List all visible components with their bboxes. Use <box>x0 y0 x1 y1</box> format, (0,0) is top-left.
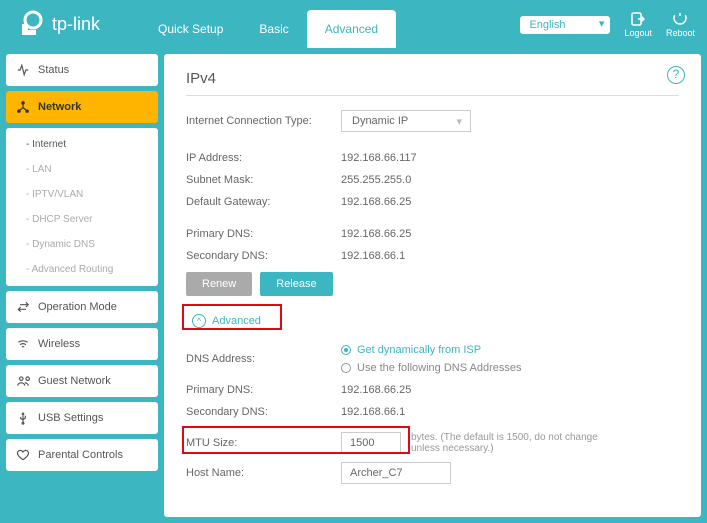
sidebar-item-label: Operation Mode <box>38 301 117 313</box>
conn-type-select[interactable]: Dynamic IP <box>341 110 471 132</box>
adv-pdns-label: Primary DNS: <box>186 384 341 396</box>
dnsaddr-label: DNS Address: <box>186 353 341 365</box>
sdns-label: Secondary DNS: <box>186 250 341 262</box>
ip-value: 192.168.66.117 <box>341 152 417 164</box>
tp-link-logo-icon <box>18 10 46 38</box>
conn-type-label: Internet Connection Type: <box>186 115 341 127</box>
sidebar-item-label: Network <box>38 101 81 113</box>
renew-button[interactable]: Renew <box>186 272 252 296</box>
usb-icon <box>16 411 30 425</box>
wifi-icon <box>16 337 30 351</box>
sidebar-item-label: Parental Controls <box>38 449 123 461</box>
sidebar-network-submenu: Internet LAN IPTV/VLAN DHCP Server Dynam… <box>6 128 158 286</box>
network-icon <box>16 100 30 114</box>
mask-value: 255.255.255.0 <box>341 174 411 186</box>
language-select[interactable]: English <box>520 16 610 34</box>
adv-sdns-value: 192.168.66.1 <box>341 406 405 418</box>
sidebar-item-guest[interactable]: Guest Network <box>6 365 158 397</box>
brand-name: tp-link <box>52 14 100 35</box>
sidebar-sub-lan[interactable]: LAN <box>6 157 158 182</box>
mtu-label: MTU Size: <box>186 437 341 449</box>
radio-icon <box>341 345 351 355</box>
host-label: Host Name: <box>186 467 341 479</box>
ip-label: IP Address: <box>186 152 341 164</box>
sidebar-item-label: Guest Network <box>38 375 111 387</box>
switch-icon <box>16 300 30 314</box>
dns-opt-dynamic[interactable]: Get dynamically from ISP <box>341 344 521 356</box>
sidebar-item-label: Status <box>38 64 69 76</box>
gw-value: 192.168.66.25 <box>341 196 411 208</box>
sidebar-item-status[interactable]: Status <box>6 54 158 86</box>
radio-icon <box>341 363 351 373</box>
sidebar-item-network[interactable]: Network <box>6 91 158 123</box>
tab-advanced[interactable]: Advanced <box>307 10 396 48</box>
dns-opt-custom[interactable]: Use the following DNS Addresses <box>341 362 521 374</box>
tab-quick-setup[interactable]: Quick Setup <box>140 10 241 48</box>
sidebar-sub-iptv[interactable]: IPTV/VLAN <box>6 182 158 207</box>
reboot-icon <box>671 10 689 28</box>
sidebar-sub-internet[interactable]: Internet <box>6 132 158 157</box>
mtu-hint: bytes. (The default is 1500, do not chan… <box>411 432 611 454</box>
sidebar-sub-dhcp[interactable]: DHCP Server <box>6 207 158 232</box>
heart-icon <box>16 448 30 462</box>
activity-icon <box>16 63 30 77</box>
users-icon <box>16 374 30 388</box>
main-tabs: Quick Setup Basic Advanced <box>140 0 396 48</box>
sidebar-item-usb[interactable]: USB Settings <box>6 402 158 434</box>
brand-logo: tp-link <box>18 10 100 38</box>
adv-pdns-value: 192.168.66.25 <box>341 384 411 396</box>
sidebar-sub-routing[interactable]: Advanced Routing <box>6 257 158 282</box>
sidebar-item-label: Wireless <box>38 338 80 350</box>
content-panel: ? IPv4 Internet Connection Type: Dynamic… <box>164 54 701 517</box>
sidebar-item-wireless[interactable]: Wireless <box>6 328 158 360</box>
language-select-wrap: English <box>520 15 610 34</box>
tab-basic[interactable]: Basic <box>241 10 306 48</box>
sdns-value: 192.168.66.1 <box>341 250 405 262</box>
mask-label: Subnet Mask: <box>186 174 341 186</box>
chevron-up-icon: ^ <box>192 314 206 328</box>
page-title: IPv4 <box>186 70 679 96</box>
sidebar-sub-ddns[interactable]: Dynamic DNS <box>6 232 158 257</box>
reboot-button[interactable]: Reboot <box>666 10 695 38</box>
pdns-value: 192.168.66.25 <box>341 228 411 240</box>
logout-icon <box>629 10 647 28</box>
release-button[interactable]: Release <box>260 272 332 296</box>
gw-label: Default Gateway: <box>186 196 341 208</box>
help-button[interactable]: ? <box>667 66 685 84</box>
sidebar-item-label: USB Settings <box>38 412 103 424</box>
advanced-toggle[interactable]: ^ Advanced <box>186 310 267 332</box>
adv-sdns-label: Secondary DNS: <box>186 406 341 418</box>
sidebar: Status Network Internet LAN IPTV/VLAN DH… <box>0 48 164 523</box>
sidebar-item-parental[interactable]: Parental Controls <box>6 439 158 471</box>
logout-button[interactable]: Logout <box>624 10 652 38</box>
mtu-input[interactable] <box>341 432 401 454</box>
pdns-label: Primary DNS: <box>186 228 341 240</box>
topbar: tp-link Quick Setup Basic Advanced Engli… <box>0 0 707 48</box>
host-input[interactable] <box>341 462 451 484</box>
sidebar-item-opmode[interactable]: Operation Mode <box>6 291 158 323</box>
